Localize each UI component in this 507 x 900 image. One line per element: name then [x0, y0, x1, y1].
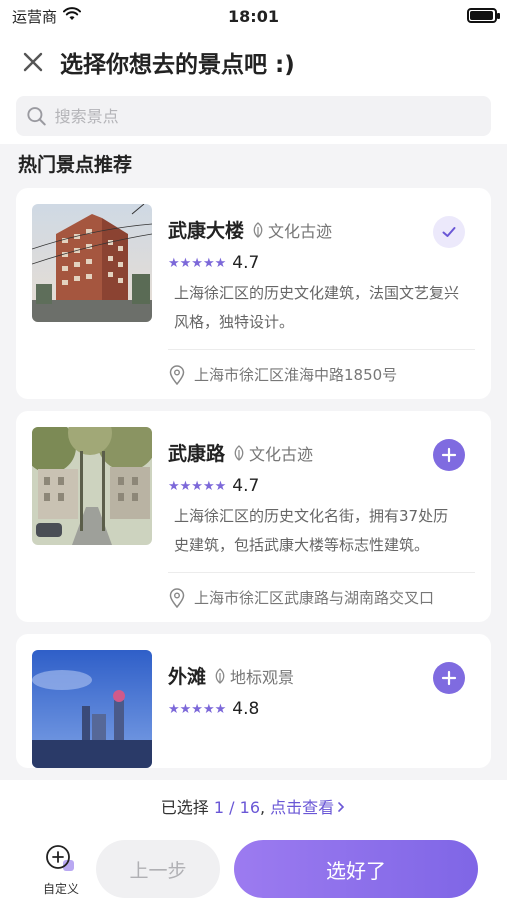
header: 选择你想去的景点吧 :) [0, 32, 507, 92]
title-row: 武康大楼 文化古迹 [168, 216, 475, 243]
selected-count: 1 / 16 [213, 798, 260, 817]
rating-value: 4.8 [232, 699, 260, 719]
attraction-description: 上海徐汇区的历史文化名街，拥有37处历史建筑，包括武康大楼等标志性建筑。 [174, 507, 449, 554]
battery-icon [467, 8, 500, 23]
address-row[interactable]: 上海市徐汇区淮海中路1850号 [168, 349, 475, 399]
attraction-address: 上海市徐汇区淮海中路1850号 [194, 366, 398, 384]
separator: , [260, 798, 271, 817]
leaf-icon [234, 444, 244, 461]
status-bar: 运营商 18:01 [0, 0, 507, 32]
attraction-card-wukang-road[interactable]: 武康路 文化古迹 ★★★★★ 4.7 上海徐汇区的历史文化名街，拥有37处历史建… [16, 411, 491, 622]
attraction-description: 上海徐汇区的历史文化建筑，法国文艺复兴风格，独特设计。 [174, 284, 460, 331]
card-body: 武康路 文化古迹 ★★★★★ 4.7 上海徐汇区的历史文化名街，拥有37处历史建… [168, 427, 475, 622]
view-selection-link[interactable]: 点击查看 [270, 798, 346, 817]
custom-add-icon [46, 845, 74, 871]
rating-value: 4.7 [232, 476, 260, 496]
custom-label: 自定义 [42, 882, 79, 896]
view-selection-label: 点击查看 [270, 798, 335, 817]
page-title: 选择你想去的景点吧 :) [60, 52, 295, 78]
star-rating-icon: ★★★★★ [168, 478, 227, 494]
attraction-tag: 文化古迹 [231, 441, 313, 465]
wifi-icon [63, 7, 82, 25]
rating-row: ★★★★★ 4.8 [168, 699, 475, 719]
search-input[interactable] [54, 106, 481, 126]
rating-row: ★★★★★ 4.7 [168, 476, 475, 496]
previous-step-button[interactable]: 上一步 [96, 840, 220, 898]
star-rating-icon: ★★★★★ [168, 255, 227, 271]
attraction-photo [32, 204, 152, 322]
leaf-icon [253, 221, 263, 238]
status-left: 运营商 [12, 6, 82, 27]
search-icon [27, 107, 46, 126]
address-row[interactable]: 上海市徐汇区武康路与湖南路交叉口 [168, 572, 475, 622]
attraction-card-the-bund[interactable]: 外滩 地标观景 ★★★★★ 4.8 [16, 634, 491, 768]
done-button[interactable]: 选好了 [234, 840, 478, 898]
selected-check-button[interactable] [433, 216, 465, 248]
close-button[interactable] [18, 47, 48, 77]
attraction-tag-label: 文化古迹 [268, 221, 333, 241]
selected-prefix: 已选择 [160, 798, 214, 817]
attraction-tag: 文化古迹 [250, 218, 332, 242]
section-title: 热门景点推荐 [18, 154, 133, 176]
plus-icon [441, 447, 457, 463]
title-row: 武康路 文化古迹 [168, 439, 475, 466]
attraction-list: 武康大楼 文化古迹 ★★★★★ 4.7 上海徐汇区的历史文化建筑，法国文艺复兴风… [16, 188, 491, 780]
selection-summary: 已选择 1 / 16, 点击查看 [0, 780, 507, 818]
star-rating-icon: ★★★★★ [168, 701, 227, 717]
attraction-tag: 地标观景 [212, 664, 294, 688]
rating-row: ★★★★★ 4.7 [168, 253, 475, 273]
attraction-card-wukang-mansion[interactable]: 武康大楼 文化古迹 ★★★★★ 4.7 上海徐汇区的历史文化建筑，法国文艺复兴风… [16, 188, 491, 399]
carrier-label: 运营商 [12, 7, 58, 26]
check-icon [442, 227, 456, 237]
attraction-address: 上海市徐汇区武康路与湖南路交叉口 [194, 589, 435, 607]
attraction-name: 外滩 [168, 666, 207, 688]
search-box[interactable] [16, 96, 491, 136]
title-row: 外滩 地标观景 [168, 662, 475, 689]
custom-button[interactable]: 自定义 [38, 844, 84, 897]
plus-icon [441, 670, 457, 686]
attraction-photo [32, 427, 152, 545]
attraction-tag-label: 文化古迹 [249, 444, 314, 464]
card-body: 武康大楼 文化古迹 ★★★★★ 4.7 上海徐汇区的历史文化建筑，法国文艺复兴风… [168, 204, 475, 399]
location-pin-icon [169, 364, 185, 385]
attraction-name: 武康路 [168, 443, 226, 465]
rating-value: 4.7 [232, 253, 260, 273]
footer: 已选择 1 / 16, 点击查看 自定义 上一步 选好了 [0, 780, 507, 900]
attraction-name: 武康大楼 [168, 220, 245, 242]
chevron-right-icon [338, 802, 345, 812]
close-icon [23, 52, 43, 72]
leaf-icon [215, 667, 225, 684]
attraction-tag-label: 地标观景 [230, 667, 295, 687]
location-pin-icon [169, 587, 185, 608]
add-attraction-button[interactable] [433, 439, 465, 471]
add-attraction-button[interactable] [433, 662, 465, 694]
search-bar [0, 92, 507, 144]
attraction-photo [32, 650, 152, 768]
card-body: 外滩 地标观景 ★★★★★ 4.8 [168, 650, 475, 768]
